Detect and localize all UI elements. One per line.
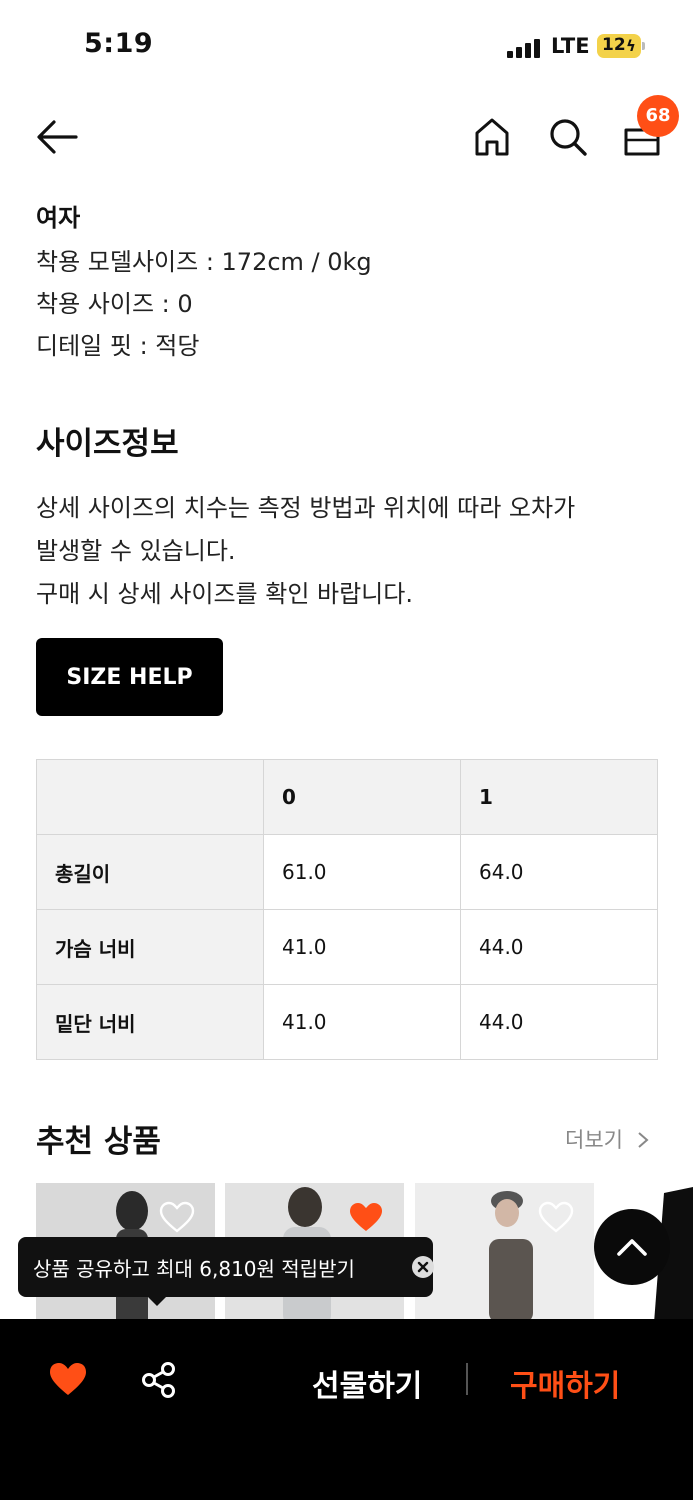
model-size-line: 착용 모델사이즈 : 172cm / 0kg [36, 248, 372, 276]
fit-line: 디테일 핏 : 적당 [36, 332, 200, 360]
table-cell: 41.0 [263, 984, 461, 1060]
table-header-cell: 1 [460, 759, 658, 835]
product-card[interactable] [415, 1183, 594, 1323]
chevron-right-icon [637, 1132, 649, 1148]
size-table: 0 1 총길이 61.0 64.0 가슴 너비 41.0 44.0 밑단 너비 … [36, 759, 658, 1060]
worn-size-line: 착용 사이즈 : 0 [36, 290, 193, 318]
scroll-top-button[interactable] [594, 1209, 670, 1285]
divider [466, 1363, 468, 1395]
row-label: 가슴 너비 [36, 909, 264, 985]
size-description-line: 발생할 수 있습니다. [36, 537, 236, 565]
row-label: 총길이 [36, 834, 264, 910]
size-table-header: 0 1 [36, 759, 658, 835]
close-icon [417, 1261, 429, 1273]
back-arrow-icon[interactable] [36, 118, 78, 156]
chevron-up-icon [617, 1239, 647, 1256]
wishlist-heart-filled-icon[interactable] [348, 1201, 384, 1233]
table-header-cell: 0 [263, 759, 461, 835]
share-reward-tooltip: 상품 공유하고 최대 6,810원 적립받기 [18, 1237, 434, 1297]
table-row: 총길이 61.0 64.0 [36, 834, 658, 910]
tooltip-close-button[interactable] [412, 1256, 434, 1278]
tooltip-text: 상품 공유하고 최대 6,810원 적립받기 [33, 1257, 355, 1281]
recommended-title: 추천 상품 [36, 1124, 161, 1160]
size-description-line: 구매 시 상세 사이즈를 확인 바랍니다. [36, 580, 413, 608]
table-cell: 44.0 [460, 909, 658, 985]
signal-icon [507, 38, 543, 58]
table-cell: 61.0 [263, 834, 461, 910]
table-cell: 44.0 [460, 984, 658, 1060]
size-description-line: 상세 사이즈의 치수는 측정 방법과 위치에 따라 오차가 [36, 494, 576, 522]
cart-count-badge: 68 [637, 95, 679, 137]
wishlist-heart-icon[interactable] [159, 1201, 195, 1233]
bottom-action-bar [0, 1319, 693, 1500]
wishlist-heart-icon[interactable] [538, 1201, 574, 1233]
table-header-cell [36, 759, 264, 835]
row-label: 밑단 너비 [36, 984, 264, 1060]
more-label: 더보기 [565, 1128, 623, 1152]
like-heart-icon[interactable] [48, 1361, 88, 1397]
battery-icon: 12 ϟ [597, 34, 645, 58]
search-icon[interactable] [548, 117, 588, 157]
size-help-button[interactable]: SIZE HELP [36, 638, 223, 716]
charging-icon: ϟ [626, 37, 636, 55]
share-icon[interactable] [140, 1361, 178, 1399]
model-gender: 여자 [36, 204, 81, 232]
size-info-title: 사이즈정보 [36, 426, 179, 462]
status-time: 5:19 [84, 28, 154, 59]
more-link[interactable]: 더보기 [565, 1124, 650, 1154]
gift-button[interactable]: 선물하기 [312, 1361, 422, 1405]
battery-level: 12 [602, 35, 626, 55]
table-cell: 64.0 [460, 834, 658, 910]
home-icon[interactable] [473, 117, 511, 157]
buy-button[interactable]: 구매하기 [510, 1361, 620, 1405]
tooltip-arrow [147, 1296, 167, 1306]
table-row: 밑단 너비 41.0 44.0 [36, 984, 658, 1060]
network-label: LTE [551, 34, 590, 58]
table-cell: 41.0 [263, 909, 461, 985]
table-row: 가슴 너비 41.0 44.0 [36, 909, 658, 985]
